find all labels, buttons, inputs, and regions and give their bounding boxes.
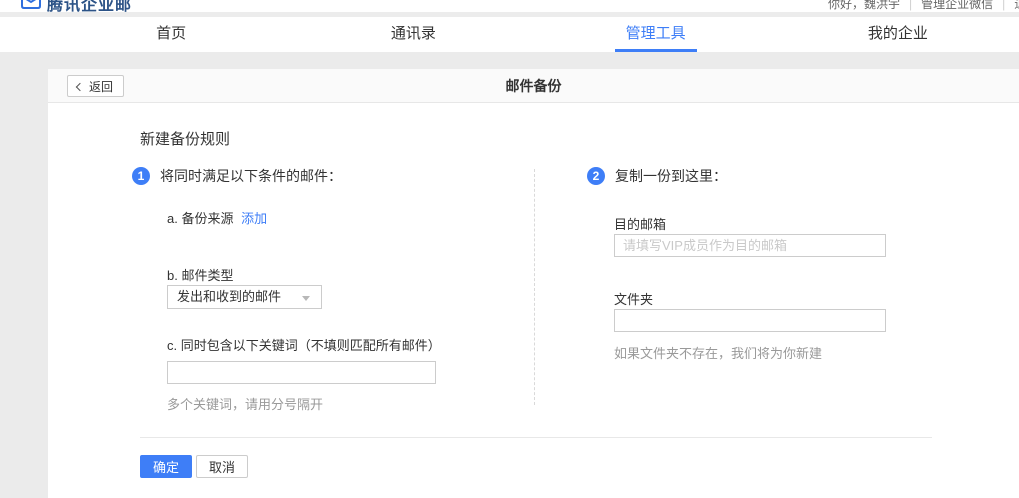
mail-type-select[interactable]: 发出和收到的邮件 xyxy=(167,285,322,309)
exmail-logo[interactable]: 腾讯企业邮 xyxy=(20,0,132,12)
section-title: 新建备份规则 xyxy=(140,128,230,149)
main-nav: 首页 通讯录 管理工具 我的企业 xyxy=(0,17,1019,52)
tab-admin-tools[interactable]: 管理工具 xyxy=(535,17,777,52)
tab-contacts[interactable]: 通讯录 xyxy=(292,17,534,52)
folder-hint: 如果文件夹不存在，我们将为你新建 xyxy=(614,343,822,362)
mail-backup-card: 邮件备份 返回 新建备份规则 1 将同时满足以下条件的邮件： a. 备份来源 添… xyxy=(48,69,1019,498)
top-bar-inner: 腾讯企业邮 你好，魏洪宇 | 管理企业微信 | 退出 xyxy=(0,0,1019,12)
mail-type-selected-value: 发出和收到的邮件 xyxy=(177,289,281,304)
exmail-logo-icon xyxy=(20,0,42,12)
tab-home[interactable]: 首页 xyxy=(50,17,292,52)
top-links-separator: | xyxy=(1002,0,1005,11)
keywords-label: c. 同时包含以下关键词（不填则匹配所有邮件） xyxy=(167,335,441,354)
card-header: 邮件备份 返回 xyxy=(48,69,1019,103)
logout-link[interactable]: 退出 xyxy=(1014,0,1019,12)
step1-header: 1 将同时满足以下条件的邮件： xyxy=(132,166,342,186)
page-title: 邮件备份 xyxy=(48,69,1019,103)
folder-label: 文件夹 xyxy=(614,289,653,308)
destination-mailbox-input[interactable] xyxy=(614,234,886,257)
tab-my-company[interactable]: 我的企业 xyxy=(777,17,1019,52)
main-nav-tabs: 首页 通讯录 管理工具 我的企业 xyxy=(50,17,1019,52)
top-bar: 腾讯企业邮 你好，魏洪宇 | 管理企业微信 | 退出 xyxy=(0,0,1019,12)
cancel-button[interactable]: 取消 xyxy=(196,455,248,478)
folder-input[interactable] xyxy=(614,309,886,332)
manage-wecom-link[interactable]: 管理企业微信 xyxy=(921,0,993,12)
page: 腾讯企业邮 你好，魏洪宇 | 管理企业微信 | 退出 首页 通讯录 管理工具 我… xyxy=(0,0,1019,498)
keywords-input[interactable] xyxy=(167,361,436,384)
step2-header: 2 复制一份到这里： xyxy=(587,166,727,186)
step1-number-badge: 1 xyxy=(132,167,150,185)
step2-number-badge: 2 xyxy=(587,167,605,185)
chevron-down-icon xyxy=(302,296,310,301)
mail-type-label: b. 邮件类型 xyxy=(167,265,233,284)
actions-divider xyxy=(140,437,932,438)
logo-text: 腾讯企业邮 xyxy=(47,0,132,12)
destination-mailbox-label: 目的邮箱 xyxy=(614,214,666,233)
step2-title: 复制一份到这里： xyxy=(615,166,727,186)
back-button-label: 返回 xyxy=(89,78,113,95)
column-divider xyxy=(534,169,535,405)
backup-source-row: a. 备份来源 添加 xyxy=(167,208,267,227)
keywords-hint: 多个关键词，请用分号隔开 xyxy=(167,394,323,413)
add-source-link[interactable]: 添加 xyxy=(241,211,267,226)
top-links: 你好，魏洪宇 | 管理企业微信 | 退出 xyxy=(828,0,1019,12)
top-links-separator: | xyxy=(909,0,912,11)
back-button[interactable]: 返回 xyxy=(67,75,124,97)
step1-title: 将同时满足以下条件的邮件： xyxy=(160,166,342,186)
backup-source-label: a. 备份来源 xyxy=(167,211,233,226)
user-greeting: 你好，魏洪宇 xyxy=(828,0,900,12)
confirm-button[interactable]: 确定 xyxy=(140,455,192,478)
chevron-left-icon xyxy=(76,82,84,90)
